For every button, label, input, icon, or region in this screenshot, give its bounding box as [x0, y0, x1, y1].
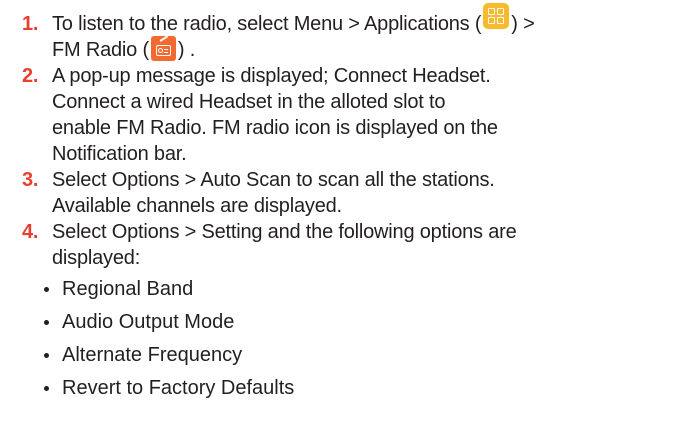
option-label: Alternate Frequency — [62, 344, 243, 366]
step-3: 3. Select Options > Auto Scan to scan al… — [0, 167, 673, 219]
bullet-icon — [44, 320, 49, 325]
step-line: To listen to the radio, select Menu > Ap… — [52, 2, 673, 37]
bullet-icon — [44, 353, 49, 358]
bullet-icon — [44, 287, 49, 292]
step-text: ) > — [511, 13, 535, 35]
list-item: Regional Band — [0, 276, 673, 302]
option-label: Revert to Factory Defaults — [62, 377, 295, 399]
step-line: displayed: — [52, 247, 141, 269]
step-line: FM Radio ( ) . — [52, 35, 673, 63]
step-4: 4. Select Options > Setting and the foll… — [0, 219, 673, 271]
step-text: ) . — [177, 39, 196, 61]
step-line: Select Options > Auto Scan to scan all t… — [52, 169, 495, 191]
step-line: A pop-up message is displayed; Connect H… — [52, 65, 491, 87]
step-number: 2. — [22, 65, 39, 87]
step-line: Connect a wired Headset in the alloted s… — [52, 91, 446, 113]
step-line: enable FM Radio. FM radio icon is displa… — [52, 117, 498, 139]
option-label: Audio Output Mode — [62, 311, 235, 333]
fm-radio-instructions: 1. To listen to the radio, select Menu >… — [0, 2, 673, 408]
option-label: Regional Band — [62, 278, 194, 300]
settings-options-list: Regional Band Audio Output Mode Alternat… — [0, 276, 673, 401]
fm-radio-icon — [150, 35, 176, 62]
step-line: Select Options > Setting and the followi… — [52, 221, 517, 243]
list-item: Revert to Factory Defaults — [0, 375, 673, 401]
step-line: Notification bar. — [52, 143, 187, 165]
list-item: Audio Output Mode — [0, 309, 673, 335]
step-number: 3. — [22, 169, 39, 191]
step-2: 2. A pop-up message is displayed; Connec… — [0, 63, 673, 167]
applications-grid-icon — [483, 2, 510, 29]
step-text: To listen to the radio, select Menu > Ap… — [52, 13, 482, 35]
step-number: 1. — [22, 13, 39, 35]
bullet-icon — [44, 386, 49, 391]
step-number: 4. — [22, 221, 39, 243]
step-line: Available channels are displayed. — [52, 195, 342, 217]
step-1: 1. To listen to the radio, select Menu >… — [0, 2, 673, 63]
list-item: Alternate Frequency — [0, 342, 673, 368]
step-text: FM Radio ( — [52, 39, 149, 61]
